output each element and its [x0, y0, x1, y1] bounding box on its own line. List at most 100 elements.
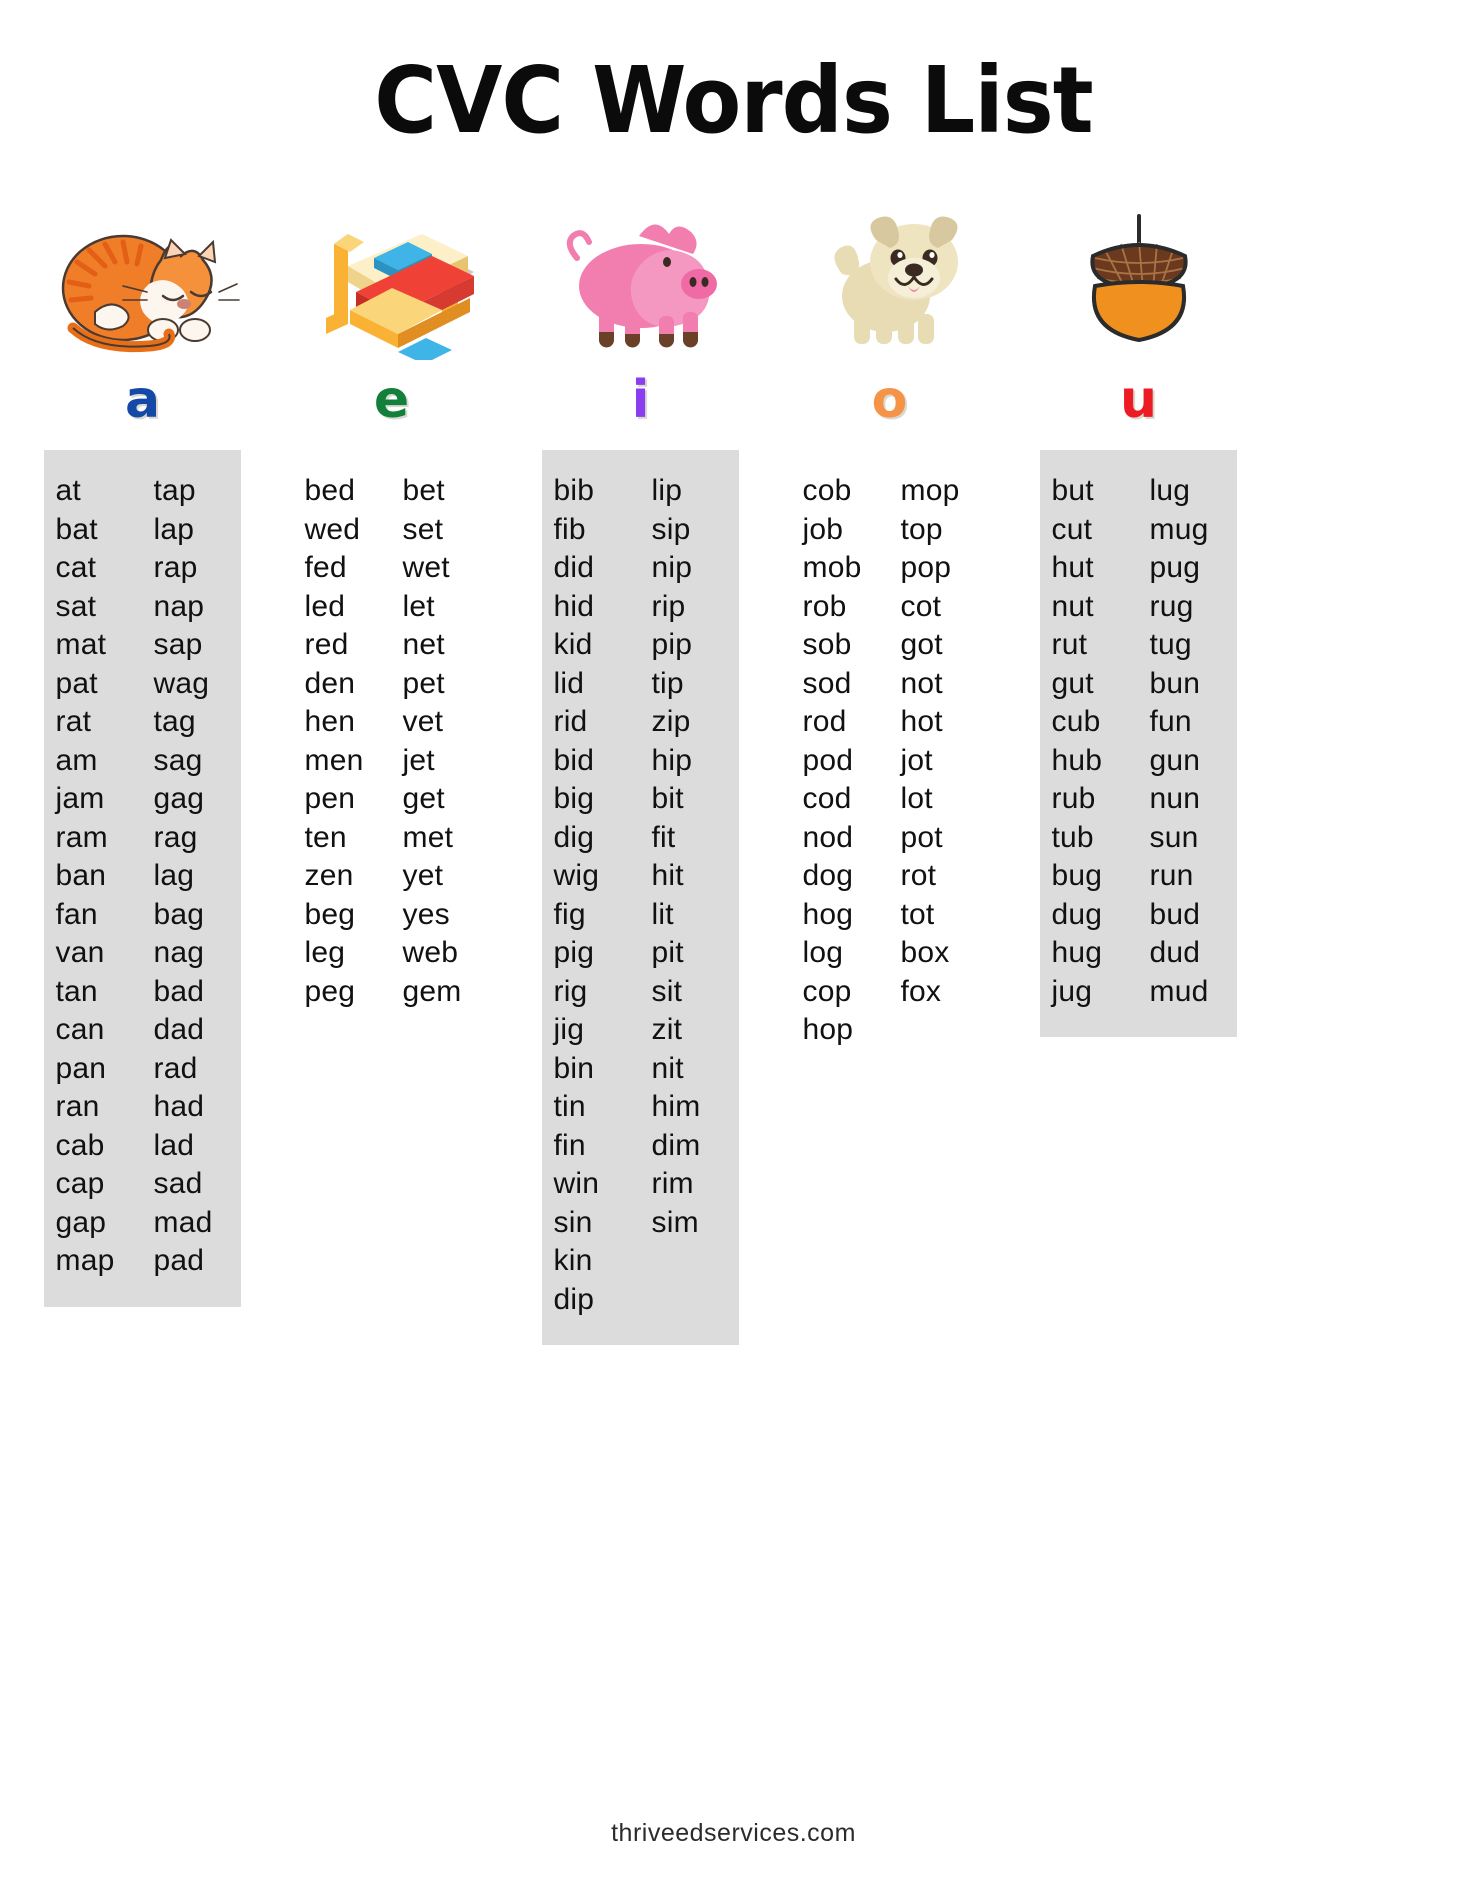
- word: beg: [304, 897, 356, 931]
- dog-illustration: [765, 195, 1014, 360]
- footer-website: thriveedservices.com: [611, 1819, 856, 1847]
- word: lit: [651, 897, 674, 931]
- word: not: [900, 666, 943, 700]
- word: gem: [402, 974, 462, 1008]
- word: rot: [900, 859, 937, 892]
- word: cop: [802, 974, 852, 1008]
- word: tap: [153, 474, 196, 507]
- word-subcolumn-a-right: tap lap rap nap sap wag tag sag gag rag …: [154, 472, 230, 1281]
- vowel-column-a: a at bat cat sat mat pat rat am jam ram …: [18, 195, 267, 1307]
- word: den: [304, 666, 356, 700]
- word: but: [1051, 474, 1094, 507]
- word: sat: [55, 589, 97, 623]
- word: nip: [651, 551, 693, 584]
- word: rid: [553, 705, 588, 738]
- word: hip: [651, 743, 693, 777]
- word: gap: [55, 1205, 107, 1239]
- word: get: [402, 782, 445, 815]
- word: kin: [553, 1244, 593, 1277]
- word: log: [802, 936, 844, 969]
- word: jig: [553, 1013, 585, 1046]
- word: fox: [900, 974, 942, 1008]
- word: gun: [1149, 743, 1201, 777]
- word: leg: [304, 936, 346, 969]
- word-subcolumn-e-right: bet set wet let net pet vet jet get met …: [403, 472, 479, 1011]
- word: pit: [651, 936, 684, 969]
- word: mud: [1149, 974, 1209, 1008]
- word: rub: [1051, 782, 1096, 815]
- word: mob: [802, 551, 862, 584]
- word: ram: [55, 820, 108, 854]
- word: dug: [1051, 897, 1103, 931]
- word: yes: [402, 897, 450, 931]
- word: hen: [304, 705, 356, 738]
- word: pip: [651, 628, 693, 661]
- word: can: [55, 1013, 105, 1046]
- word: van: [55, 936, 105, 969]
- word: zip: [651, 705, 691, 738]
- word: dud: [1149, 936, 1201, 969]
- word: ran: [55, 1090, 100, 1123]
- word: cob: [802, 474, 852, 507]
- word: web: [402, 936, 459, 969]
- word: tug: [1149, 628, 1192, 661]
- word: zit: [651, 1013, 683, 1046]
- word: dim: [651, 1128, 701, 1162]
- word: mug: [1149, 512, 1209, 546]
- word: pen: [304, 782, 356, 815]
- word: him: [651, 1090, 701, 1123]
- word-list-e: bed wed fed led red den hen men pen ten …: [293, 450, 490, 1037]
- word: pug: [1149, 551, 1201, 584]
- vowel-column-u: u but cut hut nut rut gut cub hub rub tu…: [1014, 195, 1263, 1037]
- word: cap: [55, 1167, 105, 1200]
- word: bib: [553, 474, 595, 507]
- word: at: [55, 474, 81, 507]
- word: bag: [153, 897, 205, 931]
- word: jet: [402, 743, 435, 777]
- word: jug: [1051, 974, 1093, 1008]
- word: hid: [553, 589, 595, 623]
- word: vet: [402, 705, 444, 738]
- word: ban: [55, 859, 107, 892]
- word: rag: [153, 820, 198, 854]
- word: mat: [55, 628, 107, 661]
- vowel-columns: a at bat cat sat mat pat rat am jam ram …: [0, 195, 1467, 1345]
- word: tot: [900, 897, 935, 931]
- word: fin: [553, 1128, 586, 1162]
- word: hop: [802, 1013, 854, 1046]
- vowel-letter-e: e: [373, 370, 410, 430]
- word: fit: [651, 820, 676, 854]
- word: fun: [1149, 705, 1192, 738]
- vowel-column-o: o cob job mob rob sob sod rod pod cod no…: [765, 195, 1014, 1076]
- bed-illustration: [267, 195, 516, 360]
- word: map: [55, 1244, 115, 1277]
- word: job: [802, 512, 844, 546]
- word: bat: [55, 512, 98, 546]
- word: lip: [651, 474, 683, 507]
- word: men: [304, 743, 364, 777]
- word-list-o: cob job mob rob sob sod rod pod cod nod …: [791, 450, 988, 1076]
- word: sob: [802, 628, 852, 661]
- pig-illustration: [516, 195, 765, 360]
- word: run: [1149, 859, 1194, 892]
- word: rat: [55, 705, 92, 738]
- word: met: [402, 820, 454, 854]
- vowel-letter-o: o: [871, 370, 908, 430]
- word: pig: [553, 936, 595, 969]
- word: dog: [802, 859, 854, 892]
- vowel-column-i: i bib fib did hid kid lid rid bid big di…: [516, 195, 765, 1345]
- word: nod: [802, 820, 854, 854]
- word: dad: [153, 1013, 205, 1046]
- word: lid: [553, 666, 585, 700]
- word-subcolumn-u-left: but cut hut nut rut gut cub hub rub tub …: [1052, 472, 1128, 1011]
- word: nut: [1051, 589, 1094, 623]
- word-list-i: bib fib did hid kid lid rid bid big dig …: [542, 450, 739, 1345]
- word: rod: [802, 705, 847, 738]
- word: sim: [651, 1205, 699, 1239]
- word-subcolumn-a-left: at bat cat sat mat pat rat am jam ram ba…: [56, 472, 132, 1281]
- word: hog: [802, 897, 854, 931]
- word-list-u: but cut hut nut rut gut cub hub rub tub …: [1040, 450, 1237, 1037]
- word: rut: [1051, 628, 1088, 661]
- word-subcolumn-e-left: bed wed fed led red den hen men pen ten …: [305, 472, 381, 1011]
- word: pod: [802, 743, 854, 777]
